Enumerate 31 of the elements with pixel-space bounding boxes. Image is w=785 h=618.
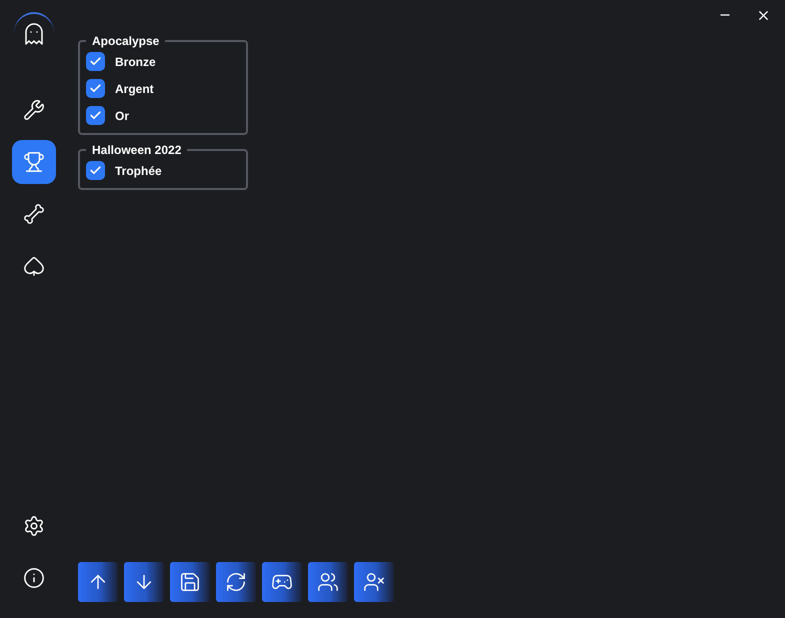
checkbox[interactable]	[86, 79, 105, 98]
checkbox-label: Argent	[115, 82, 154, 96]
checkbox[interactable]	[86, 52, 105, 71]
info-icon	[23, 567, 45, 589]
remove-user-button[interactable]	[354, 562, 394, 602]
bone-icon	[23, 203, 45, 225]
checkbox[interactable]	[86, 106, 105, 125]
users-button[interactable]	[308, 562, 348, 602]
settings-icon	[23, 515, 45, 537]
refresh-button[interactable]	[216, 562, 256, 602]
refresh-icon	[225, 571, 247, 593]
users-icon	[317, 571, 339, 593]
group-title: Apocalypse	[91, 34, 160, 48]
save-button[interactable]	[170, 562, 210, 602]
move-down-button[interactable]	[124, 562, 164, 602]
trophy-icon	[23, 151, 45, 173]
sidebar-nav-button[interactable]	[12, 140, 56, 184]
check-icon	[89, 164, 102, 177]
gamepad-button[interactable]	[262, 562, 302, 602]
wrench-icon	[23, 99, 45, 121]
check-icon	[89, 109, 102, 122]
checkbox-label: Trophée	[115, 164, 162, 178]
save-icon	[179, 571, 201, 593]
checkbox[interactable]	[86, 161, 105, 180]
check-icon	[89, 55, 102, 68]
move-up-button[interactable]	[78, 562, 118, 602]
user-remove-icon	[363, 571, 385, 593]
check-icon	[89, 82, 102, 95]
checkbox-label: Bronze	[115, 54, 156, 68]
checkbox-label: Or	[115, 108, 130, 122]
group-title: Halloween 2022	[91, 143, 182, 157]
